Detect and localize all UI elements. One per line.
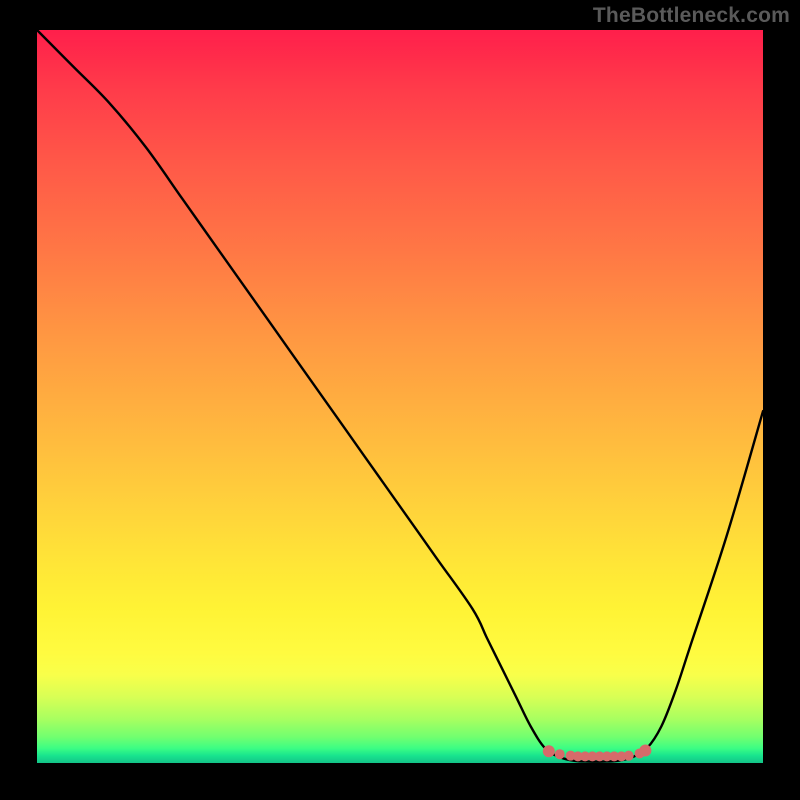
watermark-text: TheBottleneck.com — [593, 4, 790, 28]
chart-overlay — [37, 30, 763, 763]
optimal-range-markers — [543, 745, 652, 762]
optimal-marker — [555, 749, 565, 759]
bottleneck-curve — [37, 30, 763, 762]
optimal-marker — [624, 751, 634, 761]
optimal-marker — [639, 745, 651, 757]
optimal-marker — [543, 745, 555, 757]
chart-frame: TheBottleneck.com — [0, 0, 800, 800]
